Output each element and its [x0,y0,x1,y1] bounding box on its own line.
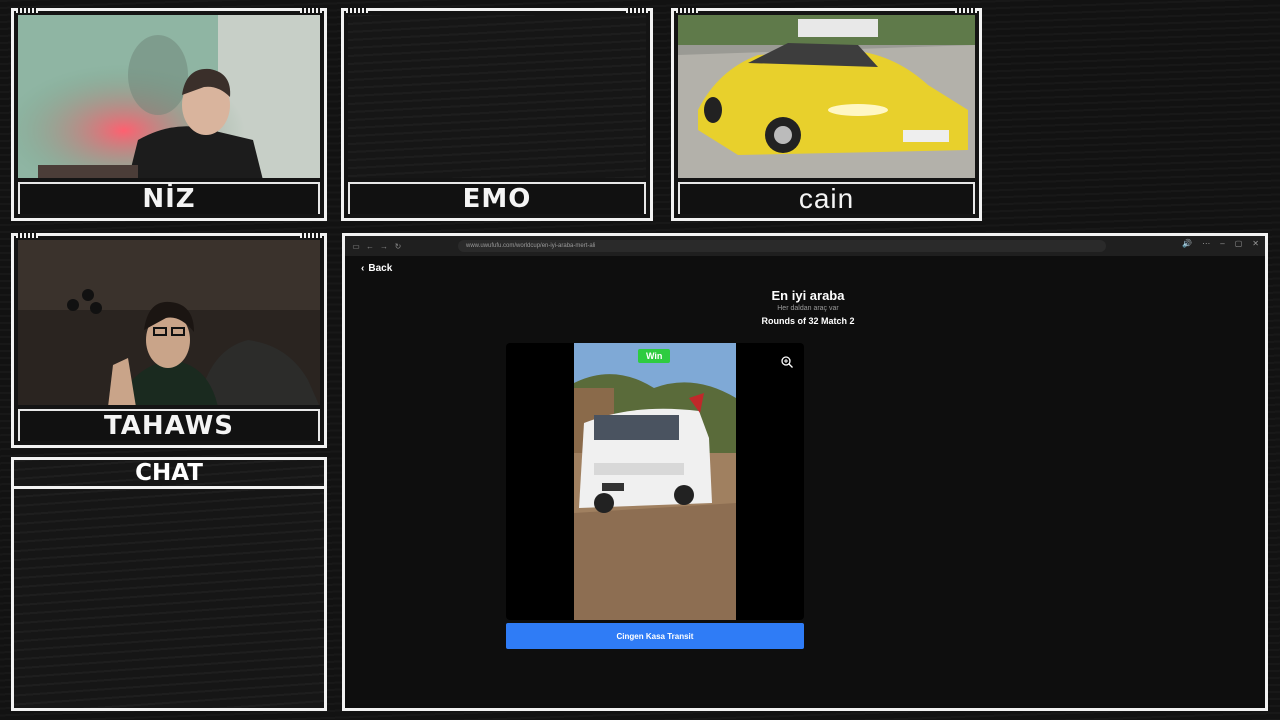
reload-icon[interactable]: ↻ [391,242,405,251]
zoom-in-icon[interactable] [780,355,794,369]
streamer-photo-2 [18,240,320,405]
browser-toolbar: ▭ ← → ↻ www.uwufufu.com/worldcup/en-iyi-… [345,236,1265,256]
win-badge: Win [638,349,671,363]
more-icon[interactable]: ⋯ [1202,239,1210,248]
cam-cain-label: cain [678,182,975,214]
choice-button[interactable]: Cingen Kasa Transit [506,623,804,649]
cam-tahaws-label: TAHAWS [18,409,320,441]
rounds-label: Rounds of 32 Match 2 [761,316,855,326]
page-subtitle: Her daldan araç var [777,305,839,312]
web-page: ‹ Back En iyi araba Her daldan araç var … [349,256,1261,704]
back-arrow-icon[interactable]: ← [363,242,377,251]
cam-tahaws-video [18,240,320,405]
cam-emo: EMO [341,8,653,221]
url-text: www.uwufufu.com/worldcup/en-iyi-araba-me… [466,243,596,249]
cam-niz: NİZ [11,8,327,221]
chevron-left-icon: ‹ [361,263,365,274]
maximize-icon[interactable]: ▢ [1235,239,1243,248]
back-label: Back [368,263,393,274]
browser-window: ▭ ← → ↻ www.uwufufu.com/worldcup/en-iyi-… [342,233,1268,711]
chat-panel: CHAT [11,457,327,711]
cam-cain-video [678,15,975,178]
cam-emo-video [348,15,646,178]
page-title: En iyi araba [771,288,845,303]
choice-card[interactable]: Win [506,343,804,620]
streamer-photo [18,15,320,178]
sound-icon[interactable]: 🔊 [1182,239,1192,248]
sidebar-icon[interactable]: ▭ [349,242,363,251]
cam-niz-video [18,15,320,178]
cam-tahaws: TAHAWS [11,233,327,448]
back-button[interactable]: ‹ Back [361,263,392,274]
cam-emo-label: EMO [348,182,646,214]
cam-niz-label: NİZ [18,182,320,214]
close-icon[interactable]: ✕ [1252,239,1259,248]
minimize-icon[interactable]: – [1220,239,1224,248]
chat-title: CHAT [14,460,324,489]
yellow-car-photo [678,15,975,178]
cam-cain: cain [671,8,982,221]
forward-arrow-icon[interactable]: → [377,242,391,251]
white-van-photo [574,343,736,620]
choice-image[interactable] [574,343,736,620]
address-bar[interactable]: www.uwufufu.com/worldcup/en-iyi-araba-me… [458,240,1106,252]
window-controls: 🔊 ⋯ – ▢ ✕ [1182,239,1259,248]
